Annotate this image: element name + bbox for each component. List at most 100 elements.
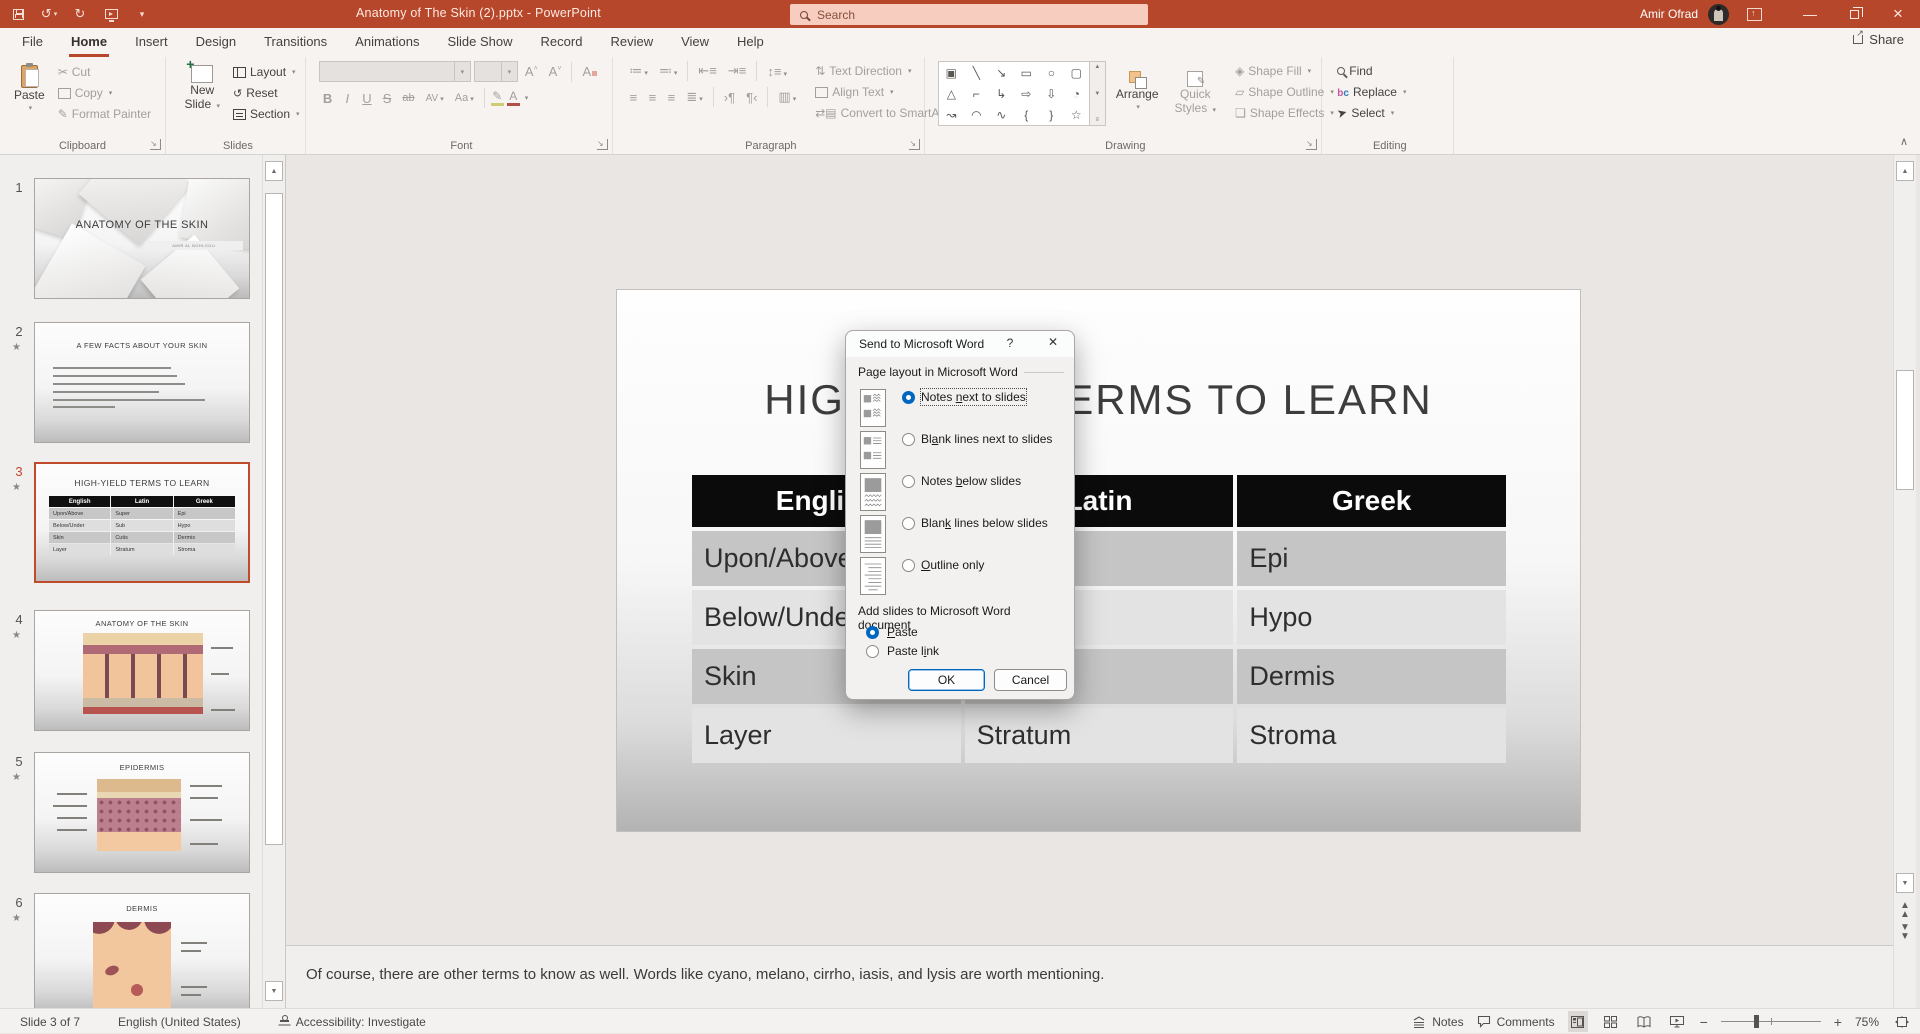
font-name-select[interactable]: ▾	[319, 61, 471, 82]
animation-star-icon[interactable]: ★	[12, 342, 21, 353]
quick-styles-button[interactable]: Quick Styles ▾	[1169, 67, 1223, 118]
slide-table[interactable]: English Latin Greek Upon/Above Super Epi…	[692, 475, 1506, 763]
radio-outline-only[interactable]	[902, 559, 915, 572]
canvas-scroll-up-icon[interactable]: ▲	[1896, 161, 1914, 181]
animation-star-icon[interactable]: ★	[12, 482, 21, 493]
shape-oval-icon[interactable]: ○	[1048, 66, 1055, 80]
font-color-button[interactable]: A	[507, 91, 520, 106]
cut-button[interactable]: ✂Cut	[55, 63, 154, 81]
previous-slide-icon[interactable]: ▲▲	[1896, 901, 1914, 919]
table-cell[interactable]: Stroma	[1237, 708, 1506, 763]
table-cell[interactable]: Layer	[692, 708, 961, 763]
tab-review[interactable]: Review	[596, 28, 667, 57]
find-button[interactable]: Find	[1334, 62, 1409, 80]
align-left-button[interactable]: ≡	[625, 89, 641, 106]
panel-scroll-down-icon[interactable]: ▼	[265, 981, 283, 1001]
tab-file[interactable]: File	[8, 28, 57, 57]
paste-button[interactable]: Paste ▾	[8, 61, 51, 116]
zoom-in-button[interactable]: +	[1834, 1014, 1842, 1030]
normal-view-button[interactable]	[1568, 1011, 1588, 1032]
clipboard-dialog-launcher-icon[interactable]: ↘	[150, 139, 161, 150]
tab-slide-show[interactable]: Slide Show	[433, 28, 526, 57]
dialog-help-button[interactable]: ?	[1002, 336, 1018, 350]
align-right-button[interactable]: ≡	[663, 89, 679, 106]
justify-button[interactable]: ≣▾	[682, 88, 706, 106]
format-painter-button[interactable]: ✎Format Painter	[55, 105, 154, 123]
option-notes-below-slides[interactable]: Notes below slides	[860, 473, 1021, 511]
table-cell[interactable]: Epi	[1237, 531, 1506, 586]
slide-3-thumbnail-selected[interactable]: HIGH-YIELD TERMS TO LEARN EnglishLatinGr…	[34, 462, 250, 583]
slide-sorter-view-button[interactable]	[1601, 1011, 1621, 1032]
shrink-font-button[interactable]: A˅	[545, 63, 566, 80]
reset-button[interactable]: ↺Reset	[230, 84, 303, 102]
copy-button[interactable]: Copy▾	[55, 84, 154, 102]
shape-freeform-icon[interactable]: ↝	[946, 108, 956, 122]
dialog-title-bar[interactable]: Send to Microsoft Word ? ✕	[846, 331, 1074, 357]
highlight-color-button[interactable]: ✎	[491, 91, 504, 106]
panel-scroll-up-icon[interactable]: ▲	[265, 161, 283, 181]
redo-icon[interactable]: ↻	[72, 6, 88, 22]
strikethrough-ab-button[interactable]: ab	[398, 91, 418, 105]
layout-button[interactable]: Layout▾	[230, 63, 303, 81]
shape-textbox-icon[interactable]: ▣	[946, 66, 957, 80]
animation-star-icon[interactable]: ★	[12, 772, 21, 783]
notes-pane[interactable]: Of course, there are other terms to know…	[286, 945, 1893, 1008]
radio-paste[interactable]	[866, 626, 879, 639]
avatar[interactable]	[1708, 4, 1729, 25]
accessibility-status[interactable]: Accessibility: Investigate	[279, 1015, 426, 1029]
panel-scrollbar-thumb[interactable]	[265, 193, 283, 845]
shape-pie-icon[interactable]: ◔	[1073, 87, 1080, 101]
cancel-button[interactable]: Cancel	[994, 669, 1067, 691]
canvas-scrollbar-thumb[interactable]	[1896, 370, 1914, 490]
line-spacing-button[interactable]: ↕≡▾	[763, 63, 791, 80]
align-center-button[interactable]: ≡	[644, 89, 660, 106]
radio-notes-next[interactable]	[902, 391, 915, 404]
columns-button[interactable]: ▥▾	[774, 88, 800, 106]
save-icon[interactable]	[10, 6, 26, 22]
tab-record[interactable]: Record	[527, 28, 597, 57]
section-button[interactable]: Section▾	[230, 105, 303, 123]
italic-button[interactable]: I	[339, 90, 355, 107]
restore-button[interactable]	[1832, 0, 1876, 28]
shape-elbow-arrow-icon[interactable]: ↳	[996, 87, 1006, 101]
shape-right-brace-icon[interactable]: }	[1049, 108, 1053, 122]
shape-rectangle-icon[interactable]: ▭	[1021, 66, 1032, 80]
dialog-close-icon[interactable]: ✕	[1044, 335, 1062, 349]
speaker-notes-text[interactable]: Of course, there are other terms to know…	[306, 966, 1104, 983]
change-case-button[interactable]: Aa▾	[451, 91, 478, 105]
font-dialog-launcher-icon[interactable]: ↘	[597, 139, 608, 150]
table-cell[interactable]: Hypo	[1237, 590, 1506, 645]
shape-gallery-scrollbar[interactable]: ▲ ▼ ≡	[1090, 61, 1106, 126]
shape-arc-icon[interactable]: ◠	[971, 108, 981, 122]
slide-show-view-button[interactable]	[1667, 1011, 1687, 1032]
language-indicator[interactable]: English (United States)	[118, 1015, 241, 1029]
rtl-button[interactable]: ¶‹	[742, 89, 761, 106]
numbering-button[interactable]: ≕▾	[655, 62, 682, 80]
shape-star-icon[interactable]: ☆	[1071, 108, 1082, 122]
grow-font-button[interactable]: A˄	[521, 63, 542, 80]
option-outline-only[interactable]: Outline only	[860, 557, 984, 595]
slide-2-thumbnail[interactable]: A FEW FACTS ABOUT YOUR SKIN	[34, 322, 250, 443]
zoom-level[interactable]: 75%	[1855, 1015, 1879, 1029]
slide-5-thumbnail[interactable]: EPIDERMIS	[34, 752, 250, 873]
ribbon-display-options-icon[interactable]	[1747, 8, 1762, 21]
bold-button[interactable]: B	[319, 90, 336, 107]
tab-design[interactable]: Design	[182, 28, 250, 57]
slide-canvas[interactable]: HIGH-YIELD TERMS TO LEARN English Latin …	[617, 290, 1580, 831]
shape-fill-button[interactable]: ◈Shape Fill▾	[1232, 62, 1337, 80]
radio-blank-below[interactable]	[902, 517, 915, 530]
font-size-select[interactable]: ▾	[474, 61, 518, 82]
decrease-indent-button[interactable]: ⇤≡	[694, 62, 720, 80]
shape-arrow-icon[interactable]: ↘	[996, 66, 1006, 80]
replace-button[interactable]: bcReplace▾	[1334, 83, 1409, 101]
radio-notes-below[interactable]	[902, 475, 915, 488]
shape-right-arrow-icon[interactable]: ⇨	[1021, 87, 1031, 101]
undo-icon[interactable]: ↺▾	[41, 6, 57, 22]
user-name[interactable]: Amir Ofrad	[1640, 7, 1698, 21]
canvas-scrollbar[interactable]: ▲ ▼ ▲▲ ▼▼	[1893, 155, 1916, 1008]
fit-slide-to-window-button[interactable]	[1892, 1011, 1912, 1032]
character-spacing-button[interactable]: AV▾	[422, 92, 448, 105]
drawing-dialog-launcher-icon[interactable]: ↘	[1306, 139, 1317, 150]
tab-insert[interactable]: Insert	[121, 28, 182, 57]
table-header-cell[interactable]: Greek	[1237, 475, 1506, 527]
